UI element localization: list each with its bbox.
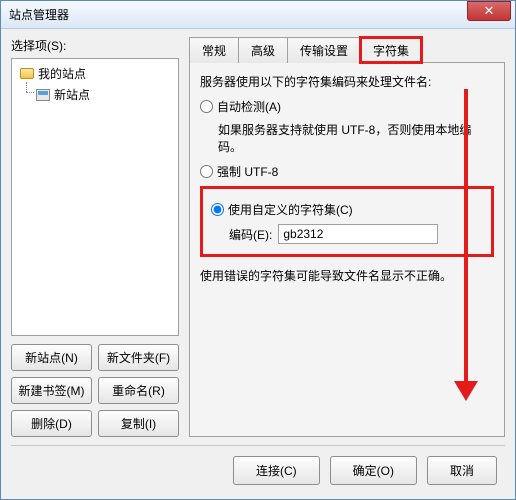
radio-auto[interactable]: 自动检测(A) <box>200 98 494 115</box>
tree-root-label: 我的站点 <box>38 65 86 82</box>
tab-charset[interactable]: 字符集 <box>360 37 422 63</box>
radio-custom[interactable]: 使用自定义的字符集(C) <box>211 201 483 218</box>
radio-custom-label: 使用自定义的字符集(C) <box>228 201 353 218</box>
delete-button[interactable]: 删除(D) <box>11 410 92 437</box>
radio-auto-label: 自动检测(A) <box>217 98 281 115</box>
close-button[interactable]: ✕ <box>467 1 511 21</box>
charset-panel: 服务器使用以下的字符集编码来处理文件名: 自动检测(A) 如果服务器支持就使用 … <box>189 62 505 437</box>
tab-advanced[interactable]: 高级 <box>238 37 288 63</box>
cancel-button[interactable]: 取消 <box>427 456 497 485</box>
connect-button[interactable]: 连接(C) <box>233 456 320 485</box>
select-label: 选择项(S): <box>11 37 179 54</box>
ok-button[interactable]: 确定(O) <box>330 456 417 485</box>
dialog-footer: 连接(C) 确定(O) 取消 <box>11 445 505 489</box>
tree-root[interactable]: 我的站点 <box>16 63 174 84</box>
tree-child-label: 新站点 <box>54 86 90 103</box>
annotation-arrow-line <box>464 89 468 389</box>
radio-auto-input[interactable] <box>200 100 213 113</box>
copy-button[interactable]: 复制(I) <box>98 410 179 437</box>
radio-custom-input[interactable] <box>211 203 224 216</box>
right-panel: 常规 高级 传输设置 字符集 服务器使用以下的字符集编码来处理文件名: 自动检测… <box>189 37 505 437</box>
new-site-button[interactable]: 新站点(N) <box>11 344 92 371</box>
encoding-label: 编码(E): <box>229 226 272 243</box>
titlebar: 站点管理器 ✕ <box>1 1 515 29</box>
warning-text: 使用错误的字符集可能导致文件名显示不正确。 <box>200 267 494 284</box>
encoding-input[interactable] <box>278 224 438 244</box>
radio-force[interactable]: 强制 UTF-8 <box>200 163 494 180</box>
tab-transfer[interactable]: 传输设置 <box>287 37 361 63</box>
tab-general[interactable]: 常规 <box>189 37 239 63</box>
tab-bar: 常规 高级 传输设置 字符集 <box>189 37 505 63</box>
new-folder-button[interactable]: 新文件夹(F) <box>98 344 179 371</box>
content-row: 选择项(S): 我的站点 新站点 新站点(N) 新文件夹(F) 新建书签(M) <box>11 37 505 437</box>
server-icon <box>36 89 50 101</box>
window-title: 站点管理器 <box>9 6 69 23</box>
tree-child[interactable]: 新站点 <box>16 84 174 105</box>
annotation-arrow-head-icon <box>454 381 478 401</box>
auto-note: 如果服务器支持就使用 UTF-8，否则使用本地编码。 <box>200 121 494 155</box>
folder-icon <box>20 68 34 79</box>
rename-button[interactable]: 重命名(R) <box>98 377 179 404</box>
custom-charset-highlight: 使用自定义的字符集(C) 编码(E): <box>200 186 494 257</box>
close-icon: ✕ <box>484 3 495 19</box>
panel-description: 服务器使用以下的字符集编码来处理文件名: <box>200 73 494 90</box>
new-bookmark-button[interactable]: 新建书签(M) <box>11 377 92 404</box>
radio-force-label: 强制 UTF-8 <box>217 163 278 180</box>
radio-force-input[interactable] <box>200 165 213 178</box>
site-manager-window: 站点管理器 ✕ 选择项(S): 我的站点 新站点 新 <box>0 0 516 500</box>
site-tree[interactable]: 我的站点 新站点 <box>11 58 179 336</box>
window-body: 选择项(S): 我的站点 新站点 新站点(N) 新文件夹(F) 新建书签(M) <box>1 29 515 499</box>
